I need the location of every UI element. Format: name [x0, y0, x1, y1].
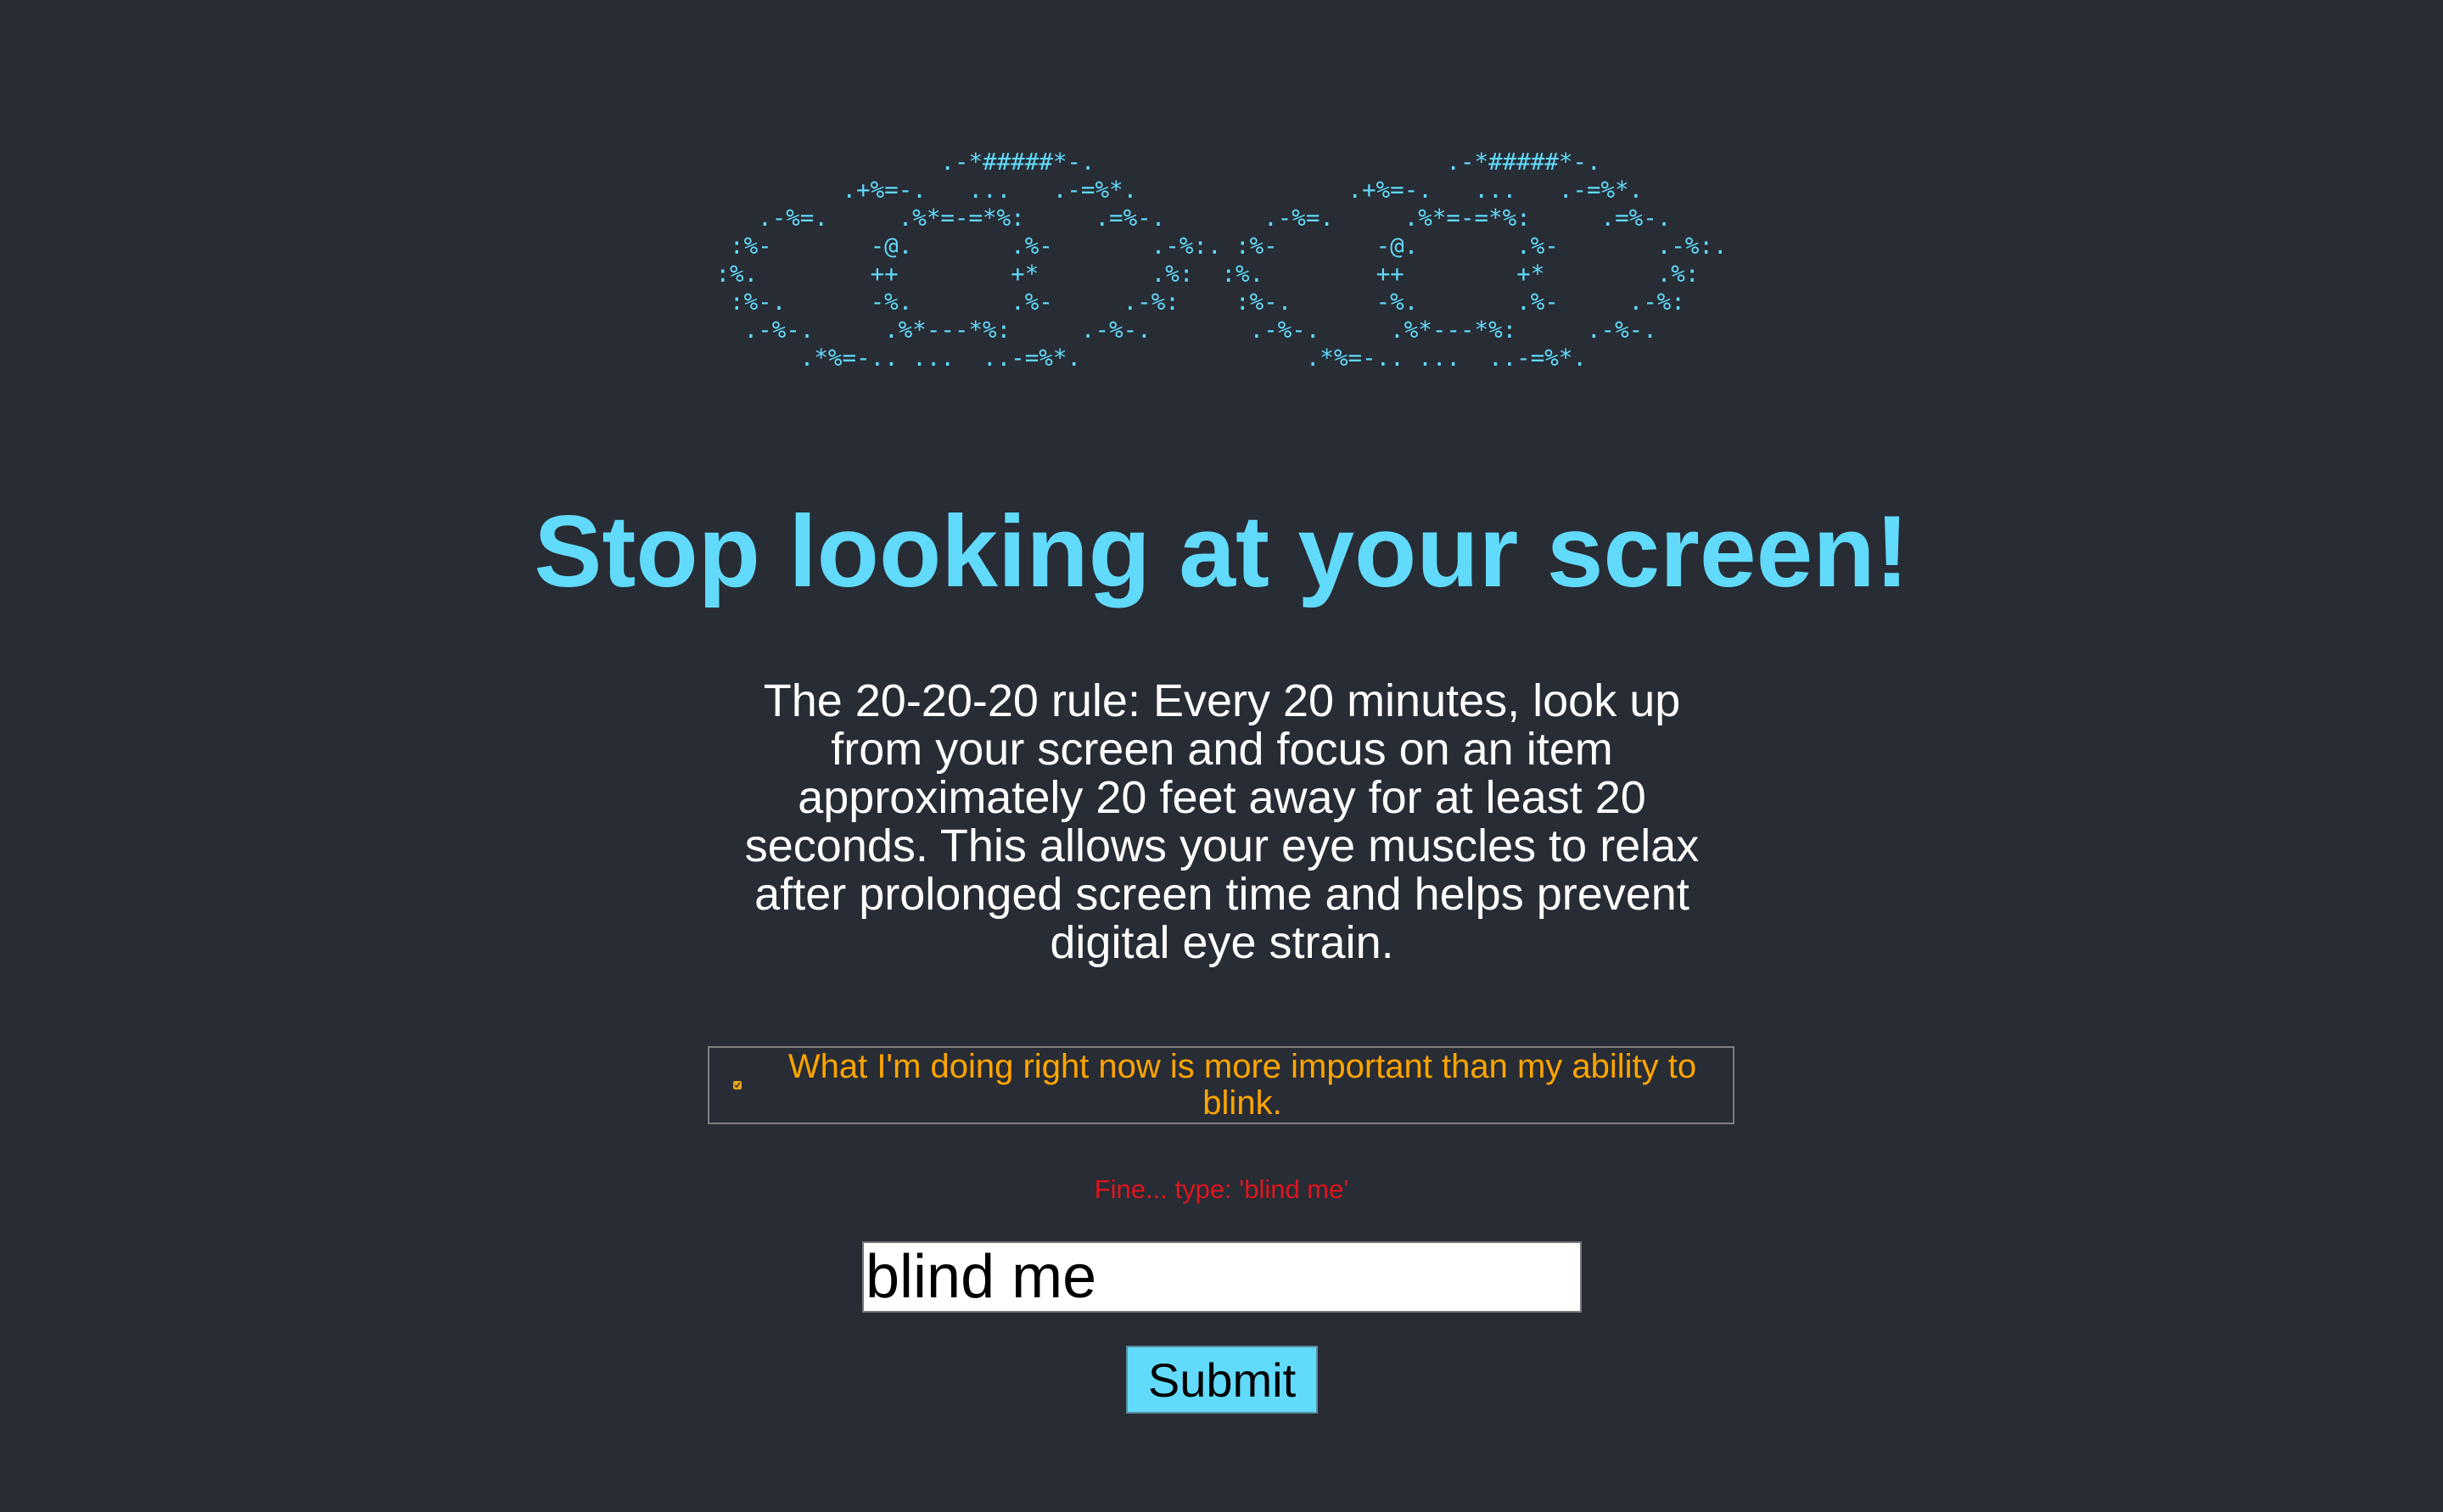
ascii-eyes: .-*#####*-. .+%=-. ... .-=%*. .-%=. .%*=…	[0, 148, 2443, 372]
confirmation-input[interactable]	[862, 1241, 1582, 1313]
confirm-checkbox-label[interactable]: What I'm doing right now is more importa…	[752, 1049, 1733, 1122]
rule-description: The 20-20-20 rule: Every 20 minutes, loo…	[744, 675, 1700, 968]
ascii-eye-left: .-*#####*-. .+%=-. ... .-=%*. .-%=. .%*=…	[715, 148, 1222, 372]
warning-text: Fine... type: 'blind me'	[1094, 1174, 1349, 1204]
submit-button[interactable]: Submit	[1126, 1346, 1318, 1414]
ascii-eye-right: .-*#####*-. .+%=-. ... .-=%*. .-%=. .%*=…	[1221, 148, 1728, 372]
confirm-checkbox[interactable]	[733, 1081, 742, 1089]
confirm-checkbox-container[interactable]: What I'm doing right now is more importa…	[708, 1046, 1734, 1124]
page-title: Stop looking at your screen!	[534, 495, 1909, 608]
